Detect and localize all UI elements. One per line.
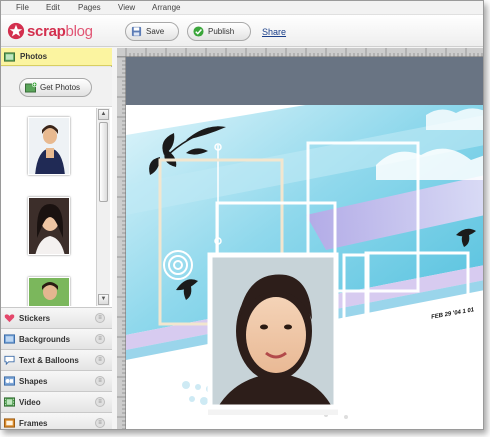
menu-pages[interactable]: Pages — [78, 3, 101, 12]
page-artwork — [126, 105, 483, 429]
collapse-toggle-icon[interactable]: ≡ — [95, 334, 105, 344]
scroll-up-arrow-icon[interactable]: ▲ — [98, 109, 109, 120]
section-label: Text & Balloons — [19, 355, 79, 365]
menu-edit[interactable]: Edit — [46, 3, 60, 12]
section-label: Frames — [19, 418, 48, 428]
collapse-toggle-icon[interactable]: ≡ — [95, 418, 105, 428]
frame-icon — [4, 418, 15, 428]
section-text-balloons[interactable]: Text & Balloons ≡ — [1, 349, 112, 370]
photos-section-header[interactable]: Photos — [1, 48, 112, 66]
save-icon — [131, 26, 142, 37]
section-label: Backgrounds — [19, 334, 71, 344]
photo-list-scrollbar[interactable]: ▲ ▼ — [96, 108, 110, 306]
section-label: Shapes — [19, 376, 48, 386]
save-label: Save — [146, 27, 165, 36]
collapse-toggle-icon[interactable]: ≡ — [95, 355, 105, 365]
star-logo-icon — [7, 22, 25, 40]
section-shapes[interactable]: Shapes ≡ — [1, 370, 112, 391]
app-logo: scrapblog — [7, 21, 93, 41]
publish-button[interactable]: Publish — [187, 22, 251, 41]
vertical-ruler — [117, 57, 126, 429]
collapse-toggle-icon[interactable]: ≡ — [95, 397, 105, 407]
toolbar: scrapblog Save Publish Share — [1, 15, 483, 47]
add-photo-icon — [25, 81, 37, 92]
menu-bar: File Edit Pages View Arrange — [1, 1, 483, 15]
film-strip-icon — [4, 397, 15, 407]
heart-icon — [4, 314, 15, 323]
menu-view[interactable]: View — [118, 3, 135, 12]
section-frames[interactable]: Frames ≡ — [1, 412, 112, 429]
shapes-icon — [4, 376, 15, 386]
app-window: File Edit Pages View Arrange scrapblog S… — [0, 0, 484, 430]
photos-icon — [4, 51, 15, 62]
get-photos-button[interactable]: Get Photos — [19, 78, 92, 97]
menu-arrange[interactable]: Arrange — [152, 3, 180, 12]
section-video[interactable]: Video ≡ — [1, 391, 112, 412]
section-backgrounds[interactable]: Backgrounds ≡ — [1, 328, 112, 349]
backgrounds-icon — [4, 334, 15, 344]
share-link[interactable]: Share — [262, 27, 286, 37]
logo-text-scrap: scrap — [27, 22, 66, 40]
photos-panel: Get Photos ▲ ▼ — [1, 67, 112, 307]
page-header-band — [126, 57, 483, 105]
speech-balloon-icon — [4, 355, 15, 365]
photo-thumbnail[interactable] — [28, 277, 70, 306]
scrollbar-thumb[interactable] — [99, 122, 108, 202]
horizontal-ruler — [117, 48, 483, 57]
collapse-toggle-icon[interactable]: ≡ — [95, 376, 105, 386]
section-label: Stickers — [19, 313, 51, 323]
scrapbook-page-canvas[interactable]: FEB 29 '04 1 01 — [126, 105, 483, 429]
scroll-down-arrow-icon[interactable]: ▼ — [98, 294, 109, 305]
menu-file[interactable]: File — [16, 3, 29, 12]
collapse-toggle-icon[interactable]: ≡ — [95, 313, 105, 323]
get-photos-area: Get Photos — [1, 67, 112, 107]
photos-header-label: Photos — [20, 52, 48, 61]
logo-text-blog: blog — [65, 22, 93, 40]
checkmark-icon — [193, 26, 204, 37]
section-label: Video — [19, 397, 41, 407]
save-button[interactable]: Save — [125, 22, 179, 41]
photo-thumbnail[interactable] — [28, 117, 70, 175]
photo-thumbnail[interactable] — [28, 197, 70, 255]
left-panel: Photos Get Photos ▲ ▼ Stickers ≡ Backgro… — [1, 48, 112, 429]
get-photos-label: Get Photos — [40, 83, 81, 92]
publish-label: Publish — [208, 27, 235, 36]
section-stickers[interactable]: Stickers ≡ — [1, 307, 112, 328]
photo-thumbnail-list — [1, 108, 95, 306]
